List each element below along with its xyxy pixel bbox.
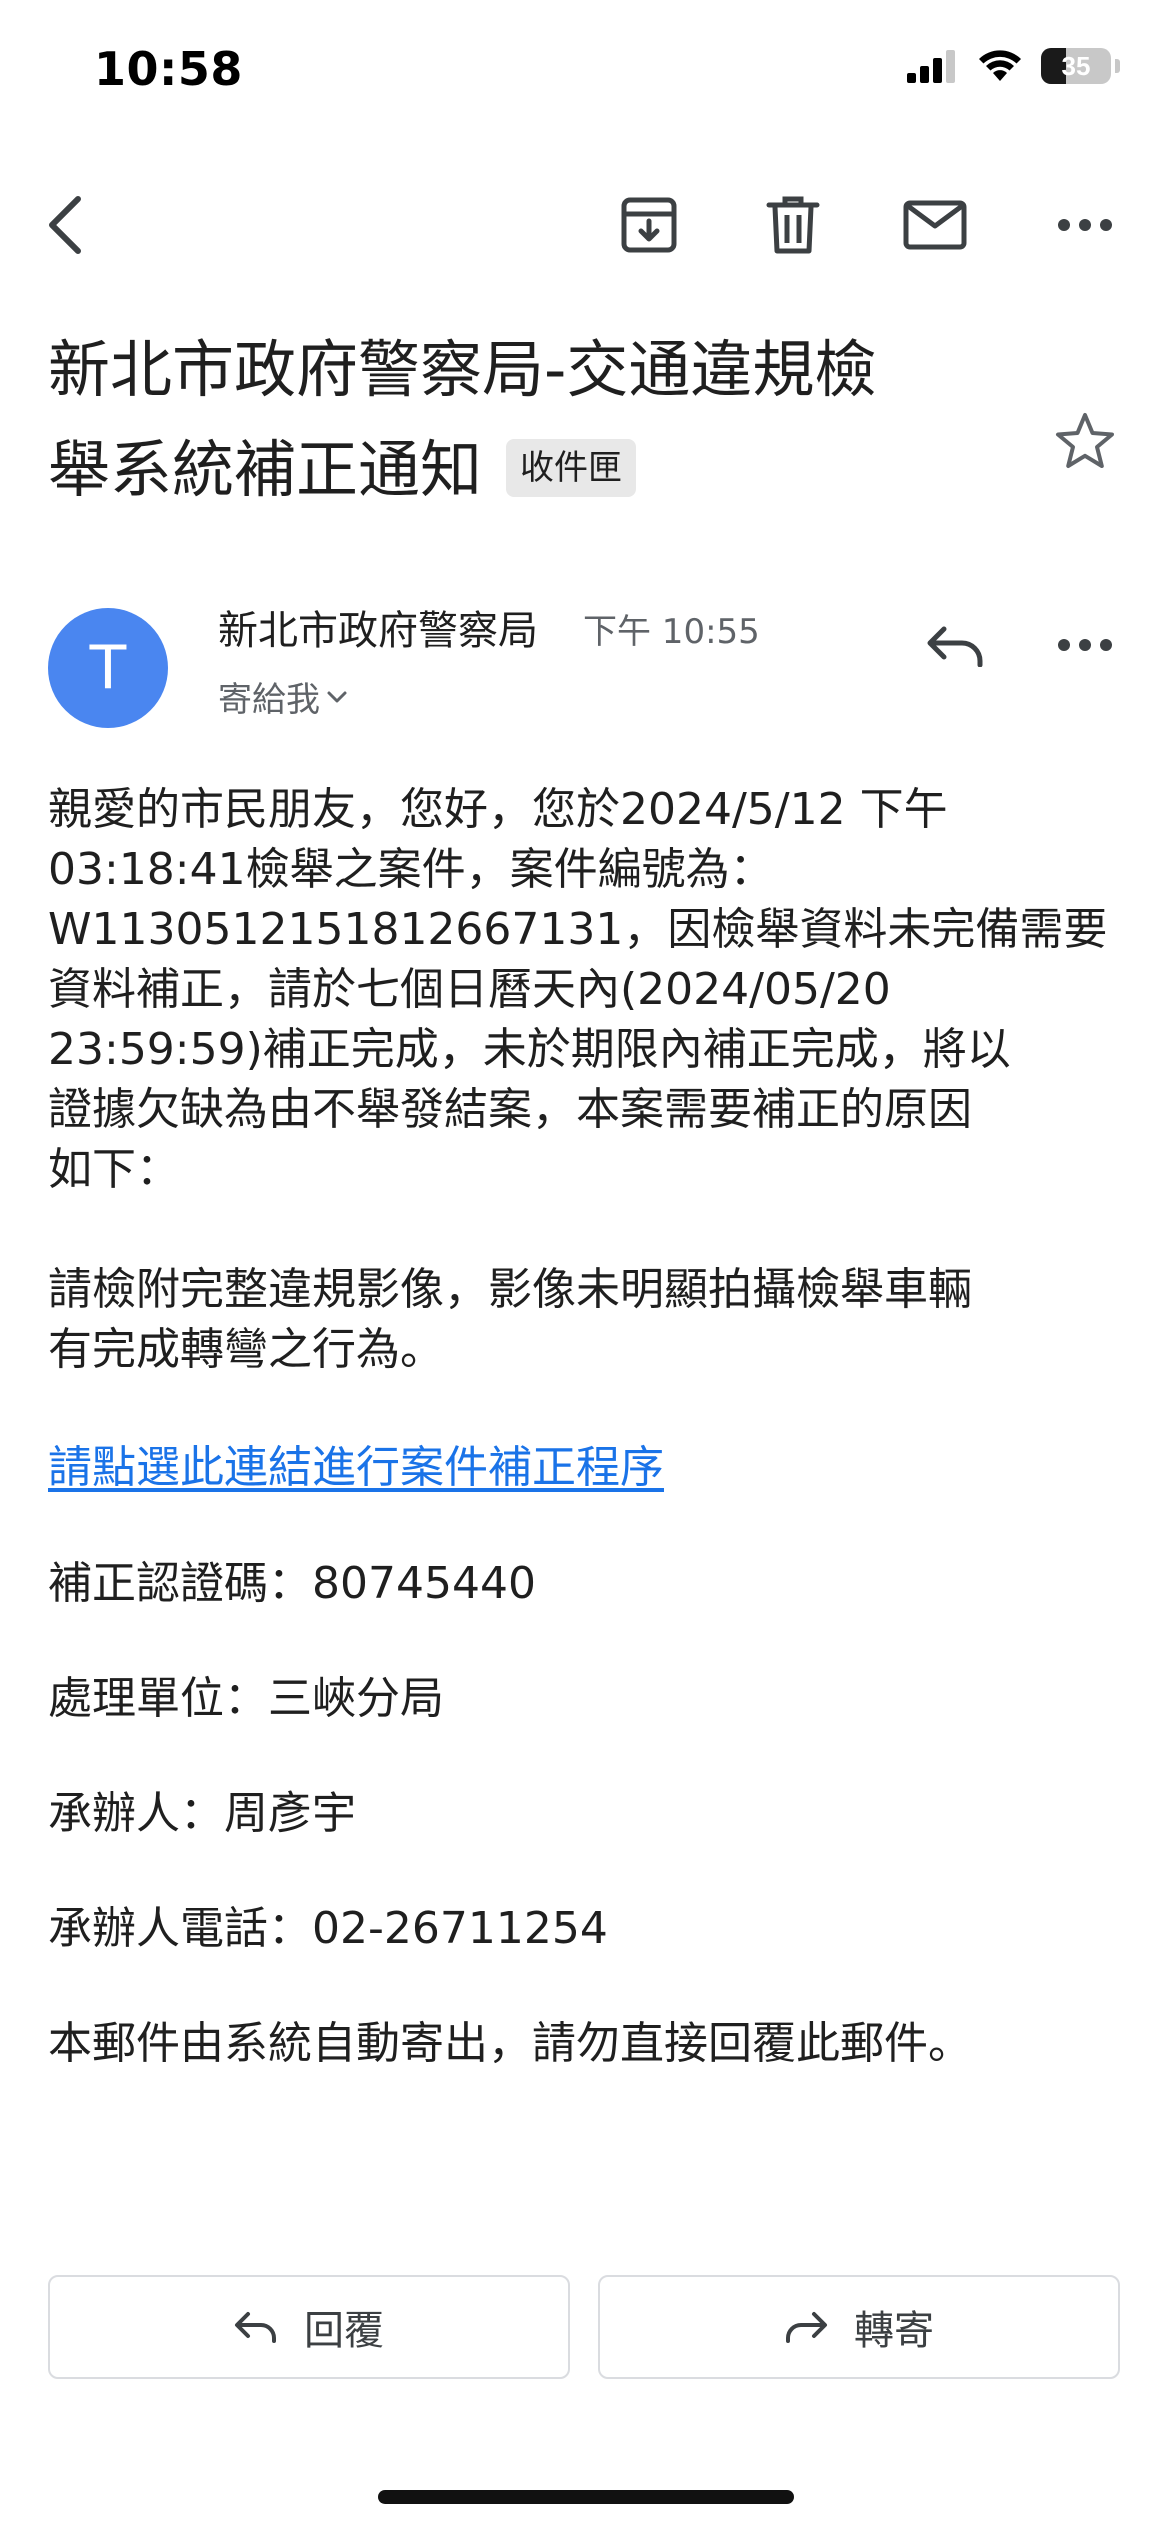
wifi-icon (979, 50, 1021, 81)
archive-button[interactable] (604, 180, 694, 270)
handler-phone: 承辦人電話：02-26711254 (48, 1903, 608, 1954)
subject-line-2: 舉系統補正通知 收件匣 (48, 420, 1018, 520)
battery-percent: 35 (1061, 50, 1091, 81)
star-button[interactable] (1040, 396, 1130, 486)
intro-line: 03:18:41檢舉之案件，案件編號為： (48, 844, 774, 895)
forward-button[interactable]: 轉寄 (598, 2275, 1120, 2379)
delete-button[interactable] (748, 180, 838, 270)
mark-unread-button[interactable] (890, 180, 980, 270)
forward-arrow-icon (786, 2312, 827, 2343)
forward-label: 轉寄 (854, 2308, 934, 2354)
mail-icon (903, 200, 967, 250)
reply-arrow-icon (235, 2312, 276, 2343)
battery-cap (1115, 59, 1120, 73)
star-icon (1056, 413, 1114, 468)
intro-line: 資料補正，請於七個日曆天內(2024/05/20 (48, 964, 891, 1015)
reply-arrow-icon (927, 626, 983, 667)
reply-button[interactable]: 回覆 (48, 2275, 570, 2379)
intro-paragraph: 親愛的市民朋友，您好，您於2024/5/12 下午 03:18:41檢舉之案件，… (48, 780, 1128, 1200)
auto-footer: 本郵件由系統自動寄出，請勿直接回覆此郵件。 (48, 2018, 972, 2069)
more-options-button[interactable] (1040, 180, 1130, 270)
reason-line: 有完成轉彎之行為。 (48, 1324, 444, 1375)
battery-indicator: 35 (1041, 48, 1111, 84)
message-more-button[interactable] (1040, 600, 1130, 690)
email-toolbar (0, 180, 1170, 270)
verification-code: 補正認證碼：80745440 (48, 1558, 536, 1609)
sender-avatar: T (48, 608, 168, 728)
status-bar: 10:58 35 (0, 0, 1170, 150)
supplement-link[interactable]: 請點選此連結進行案件補正程序 (48, 1442, 664, 1493)
recipient-label: 寄給我 (218, 680, 320, 720)
intro-line: 親愛的市民朋友，您好，您於2024/5/12 下午 (48, 784, 948, 835)
intro-line: W1130512151812667131，因檢舉資料未完備需要 (48, 904, 1108, 955)
back-button[interactable] (22, 180, 112, 270)
cellular-signal-icon (907, 50, 955, 83)
email-subject: 新北市政府警察局-交通違規檢 舉系統補正通知 收件匣 (48, 320, 1018, 520)
recipient-toggle[interactable]: 寄給我 (218, 672, 348, 721)
back-arrow-icon (49, 196, 81, 254)
intro-line: 證據欠缺為由不舉發結案，本案需要補正的原因 (48, 1084, 972, 1135)
intro-line: 23:59:59)補正完成，未於期限內補正完成，將以 (48, 1024, 1011, 1075)
reason-paragraph: 請檢附完整違規影像，影像未明顯拍攝檢舉車輛 有完成轉彎之行為。 (48, 1260, 1128, 1380)
chevron-down-icon (327, 691, 347, 702)
more-horizontal-icon (1058, 219, 1112, 231)
trash-icon (766, 196, 820, 254)
archive-icon (621, 197, 677, 253)
reason-line: 請檢附完整違規影像，影像未明顯拍攝檢舉車輛 (48, 1264, 972, 1315)
intro-line: 如下： (48, 1144, 180, 1195)
handling-unit: 處理單位：三峽分局 (48, 1673, 444, 1724)
status-icons: 35 (907, 48, 1120, 84)
home-indicator[interactable] (378, 2490, 794, 2504)
email-body: 親愛的市民朋友，您好，您於2024/5/12 下午 03:18:41檢舉之案件，… (48, 780, 1128, 2074)
sender-name: 新北市政府警察局 (218, 608, 538, 654)
subject-line-2-text: 舉系統補正通知 (48, 433, 483, 506)
quick-reply-button[interactable] (910, 600, 1000, 690)
status-time: 10:58 (94, 42, 243, 96)
reply-label: 回覆 (304, 2308, 384, 2354)
subject-line-1: 新北市政府警察局-交通違規檢 (48, 333, 877, 406)
handler-name: 承辦人：周彥宇 (48, 1788, 356, 1839)
more-horizontal-icon (1058, 639, 1112, 651)
inbox-label-chip[interactable]: 收件匣 (506, 438, 637, 497)
sent-time: 下午 10:55 (583, 612, 760, 652)
